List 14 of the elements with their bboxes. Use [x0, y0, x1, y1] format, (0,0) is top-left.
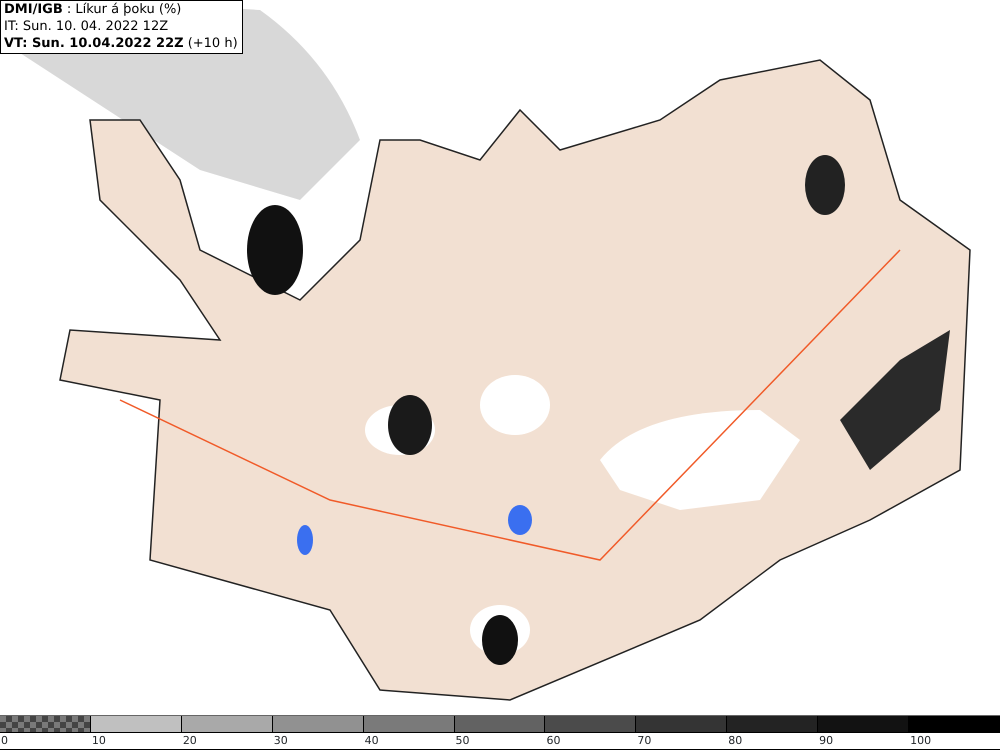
legend-tick-label: 60 [545, 733, 562, 749]
legend-tick-label: 40 [364, 733, 380, 749]
title-line: DMI/IGB : Líkur á þoku (%) [4, 1, 182, 18]
legend-tick-label: 100 [909, 733, 932, 749]
legend-tick-label: 30 [272, 733, 289, 749]
legend-tick-label: 80 [727, 733, 744, 749]
legend-tick-label: 50 [454, 733, 471, 749]
legend-tick-label: 20 [182, 733, 198, 749]
legend-tick-label: 10 [90, 733, 107, 749]
legend-tick-label: 0 [0, 733, 9, 749]
legend-tick-label: 70 [636, 733, 652, 749]
legend-tick-label: 90 [818, 733, 834, 749]
title-line: IT: Sun. 10. 04. 2022 12Z [4, 18, 170, 35]
title-line: VT: Sun. 10.04.2022 22Z (+10 h) [4, 35, 238, 52]
